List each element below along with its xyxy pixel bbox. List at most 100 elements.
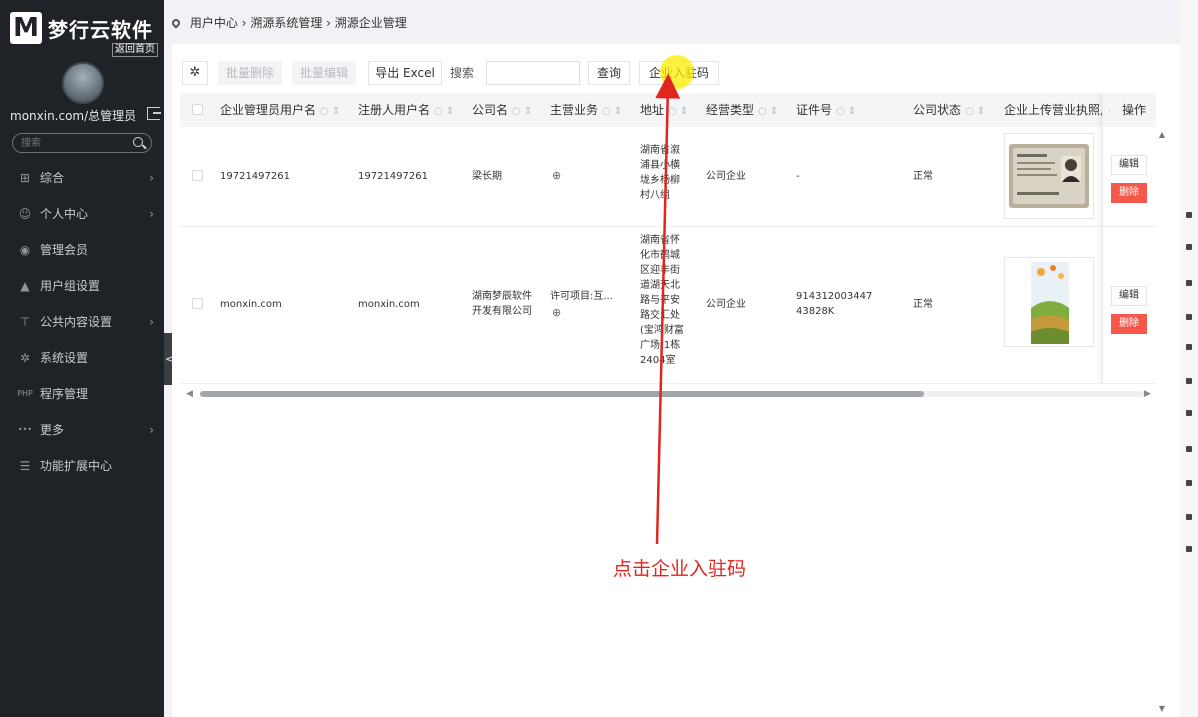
breadcrumb-separator: › [241, 16, 247, 30]
more-icon: ••• [17, 425, 33, 434]
logo: M 梦行云软件 [10, 10, 160, 46]
edit-button[interactable]: 编辑 [1111, 155, 1147, 175]
search-icon[interactable] [133, 137, 143, 147]
cell-business-type: 公司企业 [706, 299, 746, 310]
column-header[interactable]: 企业上传营业执照, · [1004, 93, 1111, 127]
column-header[interactable]: 证件号 ○ ⇕ [796, 93, 856, 127]
sidebar-item[interactable]: PHP 程序管理 [0, 376, 164, 412]
avatar[interactable] [62, 62, 104, 104]
export-excel-button[interactable]: 导出 Excel [368, 61, 442, 85]
scroll-right-icon[interactable]: ▶ [1144, 388, 1151, 400]
edit-button[interactable]: 编辑 [1111, 286, 1147, 306]
cell-business-type: 公司企业 [706, 171, 746, 182]
sidebar-search [12, 133, 152, 153]
sidebar-item-label: 综合 [40, 171, 65, 185]
column-header[interactable]: 企业管理员用户名 ○ ⇕ [220, 93, 340, 127]
delete-button[interactable]: 删除 [1111, 183, 1147, 203]
search-input[interactable] [486, 61, 580, 85]
query-button[interactable]: 查询 [588, 61, 630, 85]
product-image [1031, 262, 1069, 344]
sidebar-item[interactable]: ⊞ 综合 › [0, 160, 164, 196]
delete-button[interactable]: 删除 [1111, 314, 1147, 334]
cell-address: 湖南省溆浦县小横垅乡杨柳村八组 [640, 145, 680, 201]
enterprise-table: 企业管理员用户名 ○ ⇕ 注册人用户名 ○ ⇕ 公司名 ○ ⇕ 主营业务 ○ ⇕ 地址 ○… [180, 93, 1156, 384]
zoom-in-icon[interactable]: ⊕ [552, 305, 561, 320]
cell-registrant: 19721497261 [358, 171, 428, 182]
row-checkbox[interactable] [192, 298, 203, 309]
license-thumbnail[interactable] [1004, 257, 1094, 347]
chevron-right-icon: › [149, 207, 154, 221]
id-card-image [1009, 144, 1089, 208]
sidebar-item[interactable]: ☰ 功能扩展中心 [0, 448, 164, 484]
topbar: 用户中心 › 溯源系统管理 › 溯源企业管理 [164, 0, 1198, 44]
cell-cert-no: - [796, 171, 800, 182]
license-thumbnail[interactable] [1004, 133, 1094, 219]
zoom-in-icon[interactable]: ⊕ [552, 168, 561, 183]
cell-company: 梁长期 [472, 171, 502, 182]
cell-status: 正常 [913, 299, 933, 310]
column-header[interactable]: 注册人用户名 ○ ⇕ [358, 93, 454, 127]
breadcrumb: 用户中心 › 溯源系统管理 › 溯源企业管理 [170, 14, 407, 31]
content-icon: ⊤ [19, 315, 31, 329]
table-header: 企业管理员用户名 ○ ⇕ 注册人用户名 ○ ⇕ 公司名 ○ ⇕ 主营业务 ○ ⇕ 地址 ○… [180, 93, 1156, 127]
sidebar-item[interactable]: ••• 更多 › [0, 412, 164, 448]
column-header[interactable]: 公司状态 ○ ⇕ [913, 93, 985, 127]
sidebar-nav: ⊞ 综合 › ☺ 个人中心 › ◉ 管理会员 ▲ 用户组设置 ⊤ 公共内容设置 › ✲ 系统设置 PHP 程序管… [0, 160, 164, 484]
sidebar-item-label: 系统设置 [40, 351, 89, 365]
column-header[interactable]: 主营业务 ○ ⇕ [550, 93, 622, 127]
php-icon: PHP [17, 389, 33, 398]
annotation-text: 点击企业入驻码 [613, 558, 747, 580]
cell-business: 许可项目:互... [550, 291, 613, 302]
sidebar-item-label: 个人中心 [40, 207, 89, 221]
select-all-checkbox[interactable] [192, 104, 203, 115]
main-panel: ✲ 批量删除 批量编辑 导出 Excel 搜索 查询 企业入驻码 企业管理员用户… [172, 44, 1180, 717]
logout-icon[interactable] [147, 107, 161, 120]
scroll-left-icon[interactable]: ◀ [186, 388, 193, 400]
sidebar-search-input[interactable] [21, 135, 121, 151]
sidebar-item[interactable]: ◉ 管理会员 [0, 232, 164, 268]
members-icon: ◉ [19, 243, 31, 257]
row-checkbox[interactable] [192, 170, 203, 181]
right-edge-toolbar [1180, 0, 1198, 717]
cell-admin-username: 19721497261 [220, 171, 290, 182]
scroll-up-icon[interactable]: ▲ [1156, 130, 1168, 139]
column-header[interactable]: 公司名 ○ ⇕ [472, 93, 532, 127]
location-pin-icon [170, 17, 182, 29]
sidebar-item[interactable]: ✲ 系统设置 [0, 340, 164, 376]
sidebar-item[interactable]: ⊤ 公共内容设置 › [0, 304, 164, 340]
sidebar-item-label: 管理会员 [40, 243, 89, 257]
scroll-down-icon[interactable]: ▼ [1156, 704, 1168, 713]
column-header[interactable]: 地址 ○ ⇕ [640, 93, 688, 127]
cell-status: 正常 [913, 171, 933, 182]
group-icon: ▲ [20, 279, 30, 293]
cell-address: 湖南省怀化市鹤城区迎丰街道湖天北路与平安路交汇处(宝鸿财富广场)1栋2404室 [640, 235, 684, 366]
batch-edit-button[interactable]: 批量编辑 [292, 61, 356, 85]
horizontal-scrollbar[interactable]: ◀ ▶ [186, 388, 1156, 400]
breadcrumb-item-trace-system[interactable]: 溯源系统管理 [250, 16, 322, 30]
sidebar-item-label: 更多 [40, 423, 65, 437]
sidebar-item-label: 功能扩展中心 [40, 459, 113, 473]
sidebar-item[interactable]: ☺ 个人中心 › [0, 196, 164, 232]
cell-cert-no: 91431200344743828K [796, 291, 873, 317]
user-name: monxin.com/总管理员 [10, 109, 137, 123]
menu-icon: ☰ [19, 459, 31, 473]
sidebar-item-label: 公共内容设置 [40, 315, 113, 329]
back-home-link[interactable]: 返回首页 [112, 43, 158, 57]
user-info: monxin.com/总管理员 [10, 107, 161, 125]
sidebar-item[interactable]: ▲ 用户组设置 [0, 268, 164, 304]
scroll-thumb[interactable] [200, 391, 924, 397]
sidebar-item-label: 用户组设置 [40, 279, 101, 293]
batch-delete-button[interactable]: 批量删除 [218, 61, 282, 85]
table-row: 19721497261 19721497261 梁长期 ⊕ 湖南省溆浦县小横垅乡… [180, 127, 1156, 227]
vertical-scrollbar[interactable]: ▲ ▼ [1156, 130, 1168, 717]
cell-registrant: monxin.com [358, 299, 420, 310]
breadcrumb-item-user-center[interactable]: 用户中心 [190, 16, 238, 30]
sidebar-item-label: 程序管理 [40, 387, 89, 401]
cell-company: 湖南梦辰软件开发有限公司 [472, 291, 532, 317]
column-settings-button[interactable]: ✲ [182, 61, 208, 85]
chevron-right-icon: › [149, 315, 154, 329]
chevron-right-icon: › [149, 171, 154, 185]
logo-text: 梦行云软件 [48, 18, 153, 42]
column-header[interactable]: 经营类型 ○ ⇕ [706, 93, 778, 127]
table-row: monxin.com monxin.com 湖南梦辰软件开发有限公司 许可项目:… [180, 227, 1156, 384]
